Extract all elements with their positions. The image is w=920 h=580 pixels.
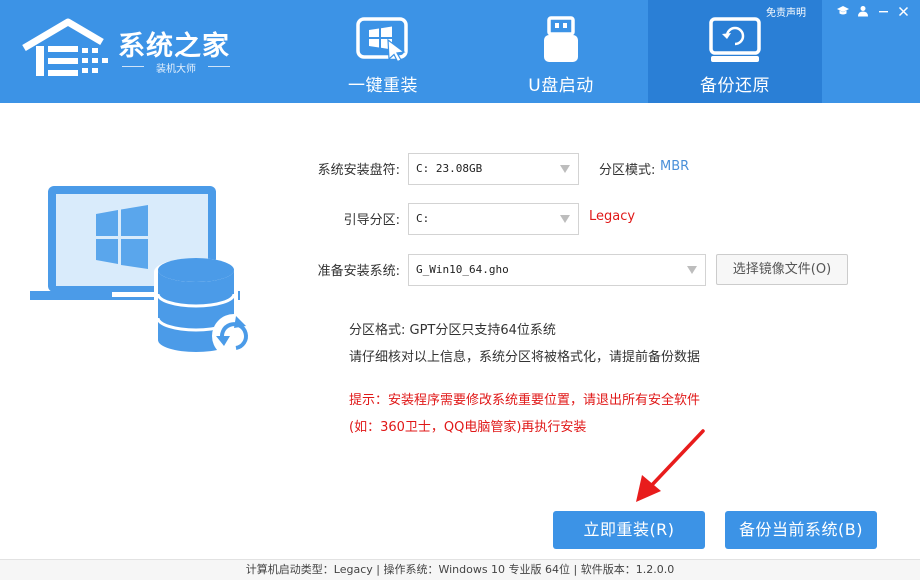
backup-system-button[interactable]: 备份当前系统(B): [725, 511, 877, 549]
chevron-down-icon: [687, 266, 697, 274]
house-logo-icon: [22, 18, 108, 76]
usb-drive-icon: [544, 16, 578, 62]
system-image-value: G_Win10_64.gho: [416, 263, 509, 276]
user-icon[interactable]: [856, 4, 870, 18]
boot-partition-label: 引导分区:: [343, 213, 400, 228]
boot-partition-select[interactable]: C:: [408, 203, 579, 235]
monitor-restore-icon: [709, 17, 761, 62]
reinstall-now-button[interactable]: 立即重装(R): [553, 511, 705, 549]
install-disk-select[interactable]: C: 23.08GB: [408, 153, 579, 185]
partition-mode-value: MBR: [660, 159, 690, 174]
backup-reminder-note: 请仔细核对以上信息，系统分区将被格式化，请提前备份数据: [349, 350, 701, 365]
minimize-icon[interactable]: [876, 4, 890, 18]
chevron-down-icon: [560, 215, 570, 223]
tab-label: U盘启动: [528, 76, 594, 96]
graduation-cap-icon[interactable]: [836, 4, 850, 18]
red-arrow-icon: [636, 429, 705, 502]
partition-mode-label: 分区模式:: [599, 163, 656, 178]
header-bar: 系统之家 装机大师 一键重装 U盘启动 备份还原 免责声明: [0, 0, 920, 103]
choose-image-button[interactable]: 选择镜像文件(O): [716, 254, 848, 285]
app-title: 系统之家: [118, 31, 230, 62]
warning-note-line2: (如：360卫士，QQ电脑管家)再执行安装: [349, 420, 587, 435]
app-logo: 系统之家 装机大师: [22, 14, 232, 80]
status-bar: 计算机启动类型：Legacy | 操作系统：Windows 10 专业版 64位…: [0, 559, 920, 580]
tab-label: 备份还原: [700, 76, 770, 96]
install-disk-label: 系统安装盘符:: [317, 163, 400, 178]
install-disk-value: C: 23.08GB: [416, 162, 483, 175]
system-image-select[interactable]: G_Win10_64.gho: [408, 254, 706, 286]
tab-one-click-reinstall[interactable]: 一键重装: [296, 0, 470, 103]
tab-label: 一键重装: [348, 76, 418, 96]
window-controls: 免责声明: [766, 3, 910, 19]
partition-format-note: 分区格式: GPT分区只支持64位系统: [349, 323, 556, 338]
chevron-down-icon: [560, 165, 570, 173]
close-icon[interactable]: [896, 4, 910, 18]
warning-note-line1: 提示：安装程序需要修改系统重要位置，请退出所有安全软件: [349, 393, 701, 408]
app-subtitle: 装机大师: [122, 60, 230, 75]
status-text: 计算机启动类型：Legacy | 操作系统：Windows 10 专业版 64位…: [245, 563, 675, 576]
system-image-label: 准备安装系统:: [317, 264, 400, 279]
windows-cursor-icon: [356, 17, 408, 62]
disclaimer-link[interactable]: 免责声明: [766, 4, 806, 19]
boot-partition-value: C:: [416, 212, 430, 225]
laptop-database-illustration: [30, 186, 256, 360]
tab-usb-boot[interactable]: U盘启动: [474, 0, 648, 103]
boot-type-value: Legacy: [589, 209, 636, 224]
